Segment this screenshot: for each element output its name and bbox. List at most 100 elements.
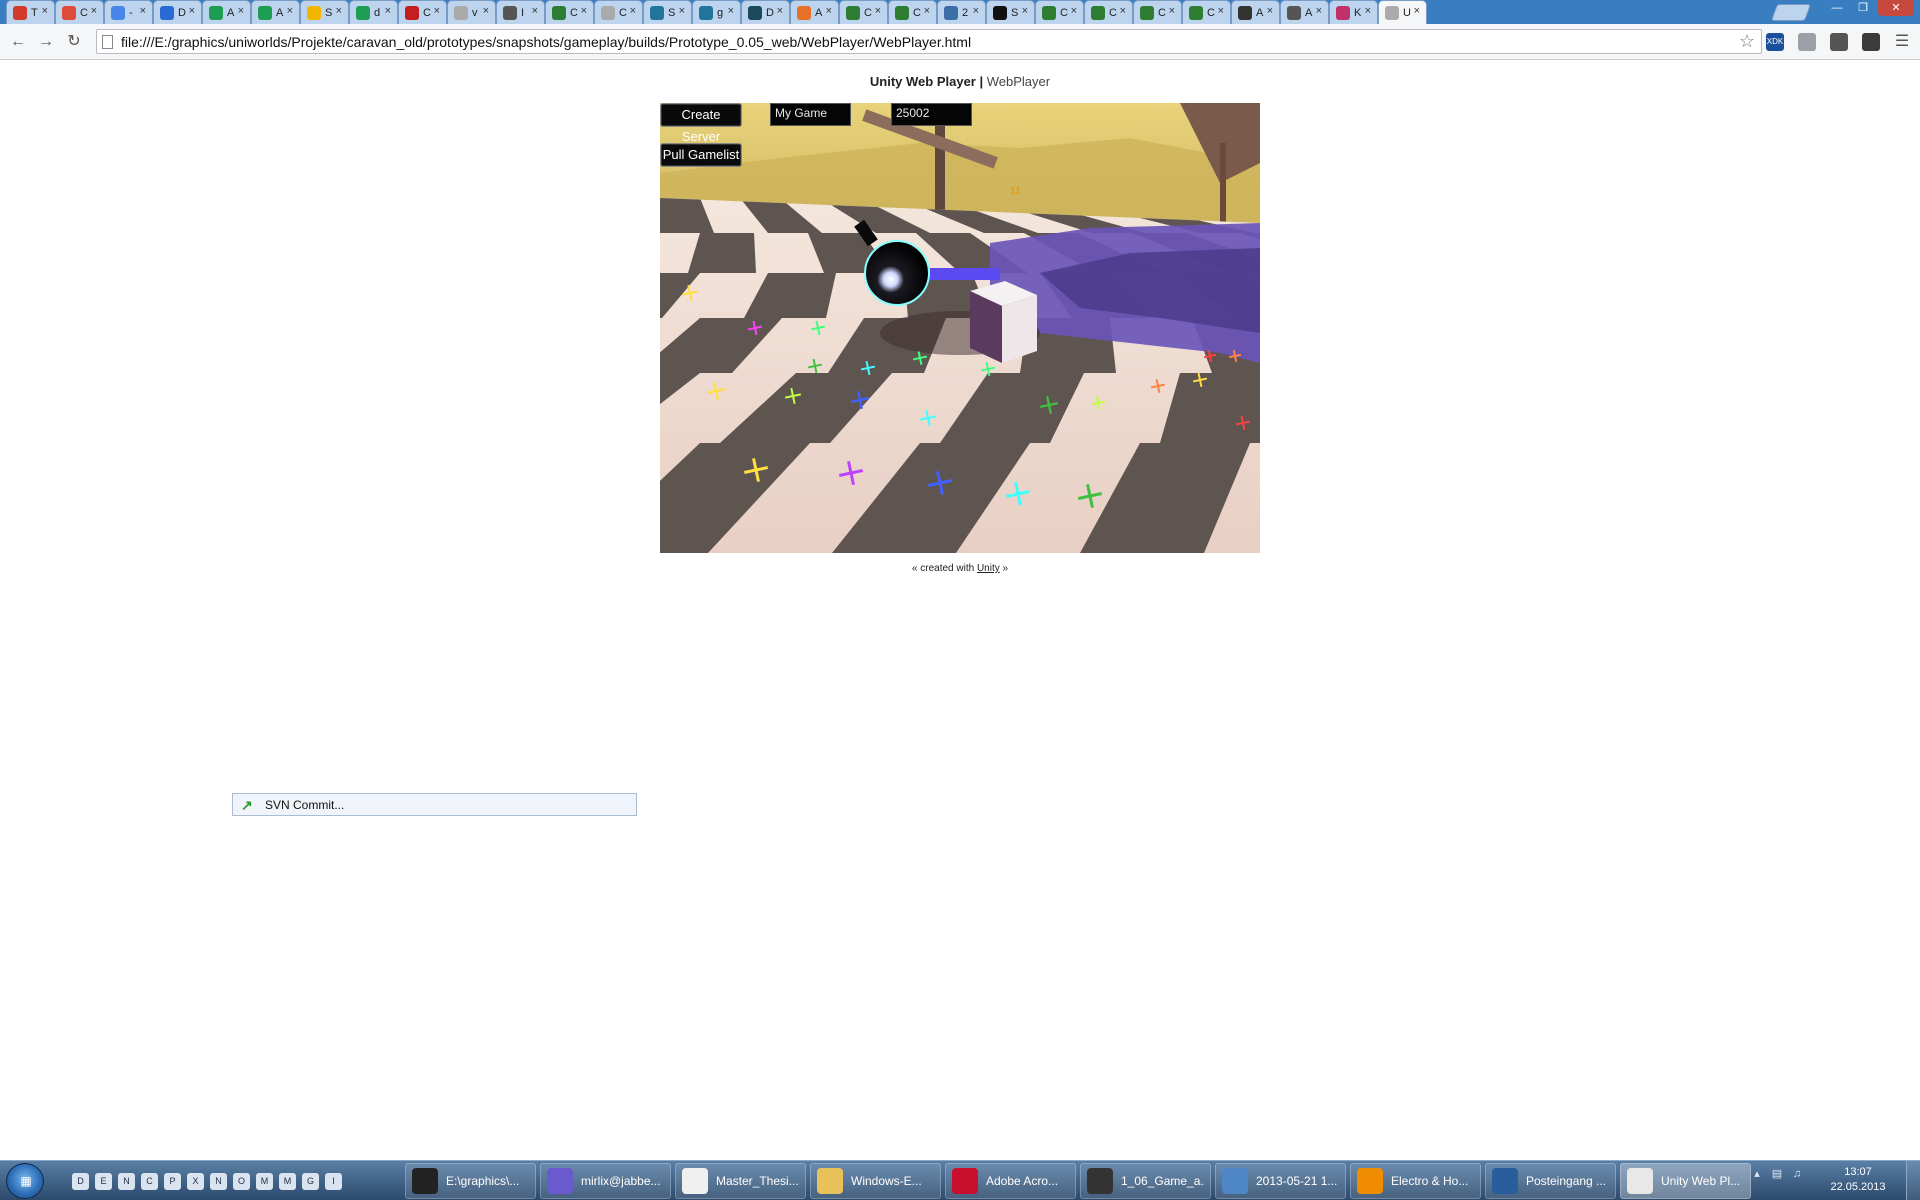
- unity-web-player[interactable]: 11 Create Server My Game 25002 Pull Game…: [660, 103, 1260, 553]
- browser-tab[interactable]: C ×: [839, 0, 888, 24]
- browser-tab[interactable]: C ×: [545, 0, 594, 24]
- browser-tab[interactable]: K ×: [1329, 0, 1378, 24]
- tab-close-icon[interactable]: ×: [385, 5, 391, 17]
- notepad-icon[interactable]: N: [210, 1173, 227, 1190]
- tab-close-icon[interactable]: ×: [532, 5, 538, 17]
- pull-gamelist-button[interactable]: Pull Gamelist: [660, 143, 742, 167]
- minimize-icon[interactable]: —: [1826, 0, 1848, 16]
- tab-close-icon[interactable]: ×: [42, 5, 48, 17]
- shield-icon[interactable]: [1798, 33, 1816, 51]
- tab-close-icon[interactable]: ×: [728, 5, 734, 17]
- taskbar-item[interactable]: Master_Thesi...: [675, 1163, 806, 1199]
- tab-close-icon[interactable]: ×: [238, 5, 244, 17]
- browser-tab[interactable]: I ×: [496, 0, 545, 24]
- browser-tab[interactable]: C ×: [888, 0, 937, 24]
- port-field[interactable]: 25002: [891, 103, 972, 126]
- taskbar-item[interactable]: E:\graphics\...: [405, 1163, 536, 1199]
- globe-icon[interactable]: G: [302, 1173, 319, 1190]
- browser-tab[interactable]: C ×: [594, 0, 643, 24]
- tab-close-icon[interactable]: ×: [679, 5, 685, 17]
- browser-tab[interactable]: S ×: [643, 0, 692, 24]
- browser-tab[interactable]: C ×: [55, 0, 104, 24]
- svn-commit-menu-item[interactable]: ↗ SVN Commit...: [232, 793, 637, 816]
- network-icon[interactable]: ▤: [1770, 1167, 1784, 1181]
- browser-tab[interactable]: S ×: [300, 0, 349, 24]
- browser-tab[interactable]: C ×: [1133, 0, 1182, 24]
- browser-tab[interactable]: T ×: [6, 0, 55, 24]
- tab-close-icon[interactable]: ×: [924, 5, 930, 17]
- show-desktop-button[interactable]: [1906, 1161, 1920, 1200]
- new-tab-button[interactable]: [1770, 4, 1812, 21]
- browser-tab[interactable]: v ×: [447, 0, 496, 24]
- desktop-icon[interactable]: D: [72, 1173, 89, 1190]
- network-icon[interactable]: N: [118, 1173, 135, 1190]
- browser-tab[interactable]: D ×: [153, 0, 202, 24]
- tab-close-icon[interactable]: ×: [1267, 5, 1273, 17]
- tab-close-icon[interactable]: ×: [1316, 5, 1322, 17]
- forward-icon[interactable]: →: [36, 32, 56, 52]
- browser-tab[interactable]: d ×: [349, 0, 398, 24]
- close-icon[interactable]: ✕: [1878, 0, 1914, 16]
- mail-icon[interactable]: M: [256, 1173, 273, 1190]
- address-bar[interactable]: file:///E:/graphics/uniworlds/Projekte/c…: [96, 29, 1762, 54]
- chrome-icon[interactable]: C: [141, 1173, 158, 1190]
- pidgin-icon[interactable]: P: [164, 1173, 181, 1190]
- tab-close-icon[interactable]: ×: [483, 5, 489, 17]
- tab-close-icon[interactable]: ×: [777, 5, 783, 17]
- browser-tab[interactable]: A ×: [790, 0, 839, 24]
- menu-icon[interactable]: ☰: [1892, 32, 1912, 52]
- tab-close-icon[interactable]: ×: [434, 5, 440, 17]
- browser-tab[interactable]: C ×: [398, 0, 447, 24]
- tab-close-icon[interactable]: ×: [1218, 5, 1224, 17]
- taskbar-item[interactable]: 1_06_Game_a...: [1080, 1163, 1211, 1199]
- tab-close-icon[interactable]: ×: [630, 5, 636, 17]
- browser-tab[interactable]: D ×: [741, 0, 790, 24]
- taskbar-item[interactable]: Windows-E...: [810, 1163, 941, 1199]
- download-icon[interactable]: [1830, 33, 1848, 51]
- tab-close-icon[interactable]: ×: [287, 5, 293, 17]
- create-server-button[interactable]: Create Server: [660, 103, 742, 144]
- browser-tab[interactable]: S ×: [986, 0, 1035, 24]
- tab-close-icon[interactable]: ×: [1071, 5, 1077, 17]
- tab-close-icon[interactable]: ×: [189, 5, 195, 17]
- tab-close-icon[interactable]: ×: [336, 5, 342, 17]
- browser-tab[interactable]: A ×: [1280, 0, 1329, 24]
- xmind-icon[interactable]: X: [187, 1173, 204, 1190]
- tab-close-icon[interactable]: ×: [826, 5, 832, 17]
- browser-tab[interactable]: A ×: [251, 0, 300, 24]
- tab-close-icon[interactable]: ×: [1365, 5, 1371, 17]
- tab-close-icon[interactable]: ×: [1120, 5, 1126, 17]
- browser-tab[interactable]: g ×: [692, 0, 741, 24]
- game-name-field[interactable]: My Game: [770, 103, 851, 126]
- start-button[interactable]: ▦: [6, 1163, 44, 1199]
- browser-tab[interactable]: U ×: [1378, 0, 1427, 24]
- tray-arrow-icon[interactable]: ▴: [1750, 1167, 1764, 1181]
- explorer-icon[interactable]: E: [95, 1173, 112, 1190]
- bookmark-star-icon[interactable]: ☆: [1739, 31, 1755, 52]
- xdk-icon[interactable]: XDK: [1766, 33, 1784, 51]
- browser-tab[interactable]: C ×: [1084, 0, 1133, 24]
- tab-close-icon[interactable]: ×: [581, 5, 587, 17]
- game-scene[interactable]: 11: [660, 103, 1260, 553]
- taskbar-item[interactable]: 2013-05-21 1...: [1215, 1163, 1346, 1199]
- taskbar-item[interactable]: Unity Web Pl...: [1620, 1163, 1751, 1199]
- browser-tab[interactable]: - ×: [104, 0, 153, 24]
- taskbar-item[interactable]: Posteingang ...: [1485, 1163, 1616, 1199]
- back-icon[interactable]: ←: [8, 32, 28, 52]
- browser-tab[interactable]: 2 ×: [937, 0, 986, 24]
- tab-close-icon[interactable]: ×: [875, 5, 881, 17]
- monitor-icon[interactable]: M: [279, 1173, 296, 1190]
- browser-tab[interactable]: A ×: [202, 0, 251, 24]
- inkscape-icon[interactable]: I: [325, 1173, 342, 1190]
- volume-icon[interactable]: ♫: [1790, 1167, 1804, 1181]
- tab-close-icon[interactable]: ×: [1414, 5, 1420, 17]
- tab-close-icon[interactable]: ×: [140, 5, 146, 17]
- taskbar-item[interactable]: mirlix@jabbe...: [540, 1163, 671, 1199]
- browser-tab[interactable]: C ×: [1182, 0, 1231, 24]
- tab-close-icon[interactable]: ×: [91, 5, 97, 17]
- unity-link[interactable]: Unity: [977, 563, 1000, 574]
- browser-tab[interactable]: A ×: [1231, 0, 1280, 24]
- taskbar-item[interactable]: Adobe Acro...: [945, 1163, 1076, 1199]
- tab-close-icon[interactable]: ×: [973, 5, 979, 17]
- taskbar-item[interactable]: Electro & Ho...: [1350, 1163, 1481, 1199]
